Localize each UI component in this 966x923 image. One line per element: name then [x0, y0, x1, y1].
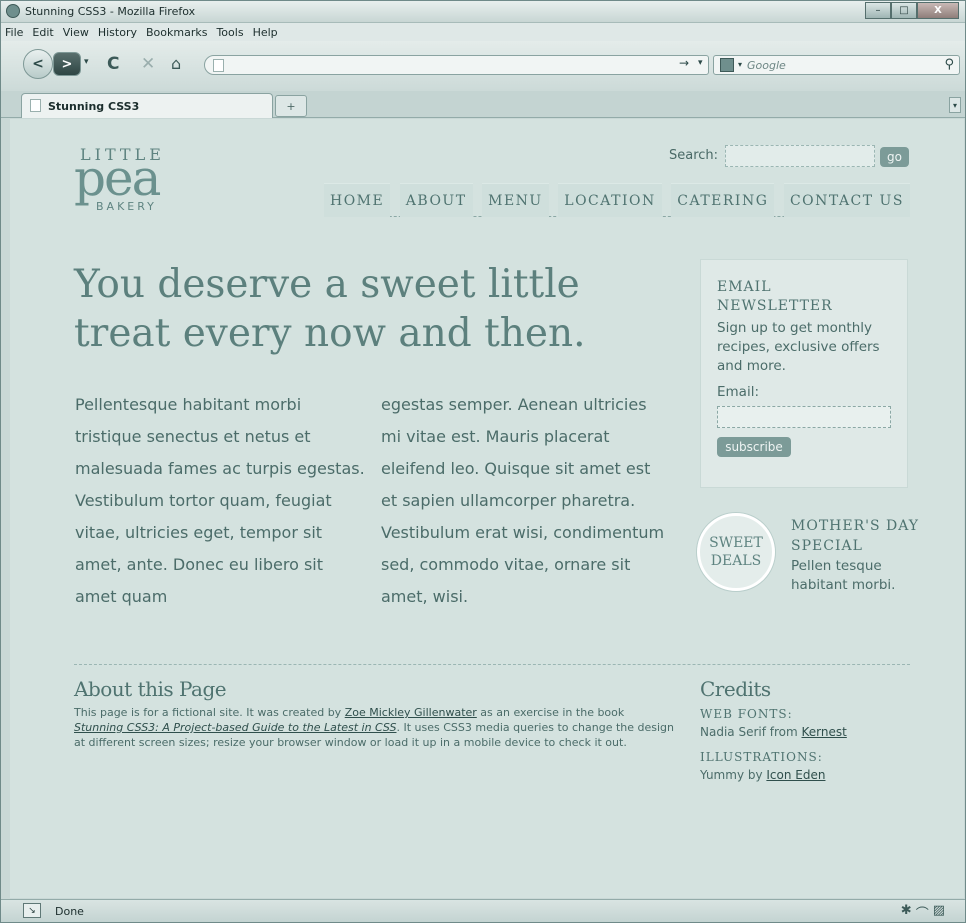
nav-catering[interactable]: CATERING — [671, 183, 775, 217]
menu-help[interactable]: Help — [253, 26, 278, 39]
navigation-toolbar: < > ▾ C ✕ ⌂ → ▾ ▾ Google ⚲ — [1, 41, 965, 91]
feed-icon[interactable]: ⌒ — [916, 903, 929, 922]
body-text-column-2: egestas semper. Aenean ultricies mi vita… — [381, 395, 665, 606]
site-search-button[interactable]: go — [880, 147, 909, 167]
forward-button[interactable]: > — [53, 52, 81, 76]
back-button[interactable]: < — [23, 49, 53, 79]
menu-bar: File Edit View History Bookmarks Tools H… — [1, 23, 965, 41]
nav-home[interactable]: HOME — [324, 183, 391, 217]
window-title: Stunning CSS3 - Mozilla Firefox — [25, 5, 196, 18]
page-headline: You deserve a sweet little treat every n… — [74, 262, 586, 356]
url-bar[interactable] — [204, 55, 709, 75]
nav-contact-us[interactable]: CONTACT US — [783, 183, 910, 217]
web-fonts-label: WEB FONTS: — [700, 707, 793, 721]
status-icon: ↘ — [23, 903, 41, 918]
url-dropdown-icon[interactable]: ▾ — [698, 58, 703, 68]
menu-view[interactable]: View — [63, 26, 89, 39]
page-icon — [30, 99, 41, 112]
nav-location[interactable]: LOCATION — [558, 183, 662, 217]
engine-dropdown-icon[interactable]: ▾ — [738, 60, 742, 69]
reload-icon[interactable]: C — [107, 54, 119, 74]
menu-edit[interactable]: Edit — [32, 26, 53, 39]
book-link[interactable]: Stunning CSS3: A Project-based Guide to … — [74, 721, 397, 734]
special-text: Pellen tesque habitant morbi. — [791, 558, 896, 593]
search-placeholder: Google — [747, 59, 786, 72]
newsletter-title: EMAIL NEWSLETTER — [717, 279, 833, 314]
menu-bookmarks[interactable]: Bookmarks — [146, 26, 207, 39]
history-dropdown-icon[interactable]: ▾ — [84, 57, 89, 67]
newsletter-box: EMAIL NEWSLETTER Sign up to get monthly … — [700, 259, 908, 488]
tab-stunning-css3[interactable]: Stunning CSS3 — [21, 93, 273, 118]
menu-file[interactable]: File — [5, 26, 23, 39]
logo-bakery[interactable]: BAKERY — [96, 200, 157, 213]
home-icon[interactable]: ⌂ — [171, 54, 181, 73]
resize-grip-icon[interactable]: ▨ — [933, 903, 945, 922]
minimize-button[interactable]: – — [865, 2, 891, 19]
email-field[interactable] — [717, 406, 891, 428]
menu-history[interactable]: History — [98, 26, 137, 39]
page-icon — [213, 59, 224, 72]
email-label: Email: — [717, 384, 760, 400]
credits-title: Credits — [700, 677, 771, 701]
illustrations-line: Yummy by Icon Eden — [700, 768, 825, 782]
close-button[interactable]: X — [917, 2, 959, 19]
site-search-label: Search: — [669, 148, 719, 163]
illustrations-text: Yummy by — [700, 768, 767, 782]
nav-menu[interactable]: MENU — [482, 183, 549, 217]
icon-eden-link[interactable]: Icon Eden — [766, 768, 825, 782]
go-arrow-icon[interactable]: → — [679, 56, 689, 70]
about-text: This page is for a fictional site. It wa… — [74, 705, 674, 750]
newsletter-text: Sign up to get monthly recipes, exclusiv… — [717, 320, 880, 374]
section-divider — [74, 664, 910, 665]
site-nav: HOME ABOUT MENU LOCATION CATERING CONTAC… — [324, 183, 910, 217]
maximize-button[interactable]: □ — [891, 2, 917, 19]
page-content: LITTLE pea BAKERY Search: go HOME ABOUT … — [10, 119, 964, 898]
stop-icon[interactable]: ✕ — [141, 54, 155, 74]
tab-list-button[interactable]: ▾ — [949, 97, 961, 113]
logo-pea[interactable]: pea — [74, 153, 161, 203]
menu-tools[interactable]: Tools — [216, 26, 243, 39]
kernest-link[interactable]: Kernest — [802, 725, 847, 739]
new-tab-button[interactable]: + — [275, 95, 307, 117]
illustrations-label: ILLUSTRATIONS: — [700, 750, 823, 764]
body-text-column-1: Pellentesque habitant morbi tristique se… — [75, 395, 365, 606]
sweet-deals-badge: SWEET DEALS — [697, 513, 775, 591]
status-text: Done — [55, 905, 84, 918]
status-icons: ✱ ⌒ ▨ — [901, 903, 945, 922]
special-title: MOTHER'S DAY SPECIAL — [791, 518, 920, 554]
status-bar: ↘ Done ✱ ⌒ ▨ — [1, 899, 965, 922]
search-engine-icon[interactable] — [720, 58, 734, 72]
site-search-input[interactable] — [725, 145, 875, 167]
about-title: About this Page — [74, 677, 227, 701]
tab-bar: Stunning CSS3 + ▾ — [1, 91, 965, 118]
addon-icon[interactable]: ✱ — [901, 903, 912, 922]
browser-window: Stunning CSS3 - Mozilla Firefox – □ X Fi… — [0, 0, 966, 923]
magnifier-icon[interactable]: ⚲ — [944, 57, 954, 72]
web-fonts-text: Nadia Serif from — [700, 725, 802, 739]
nav-about[interactable]: ABOUT — [399, 183, 473, 217]
firefox-icon — [6, 4, 20, 18]
subscribe-button[interactable]: subscribe — [717, 437, 791, 457]
tab-label: Stunning CSS3 — [48, 100, 140, 113]
web-fonts-line: Nadia Serif from Kernest — [700, 725, 847, 739]
about-text-part: This page is for a fictional site. It wa… — [74, 706, 345, 719]
title-bar: Stunning CSS3 - Mozilla Firefox – □ X — [1, 1, 965, 23]
about-text-part: as an exercise in the book — [476, 706, 625, 719]
search-bar[interactable]: ▾ Google ⚲ — [713, 55, 960, 75]
window-controls: – □ X — [865, 2, 959, 19]
author-link[interactable]: Zoe Mickley Gillenwater — [345, 706, 477, 719]
